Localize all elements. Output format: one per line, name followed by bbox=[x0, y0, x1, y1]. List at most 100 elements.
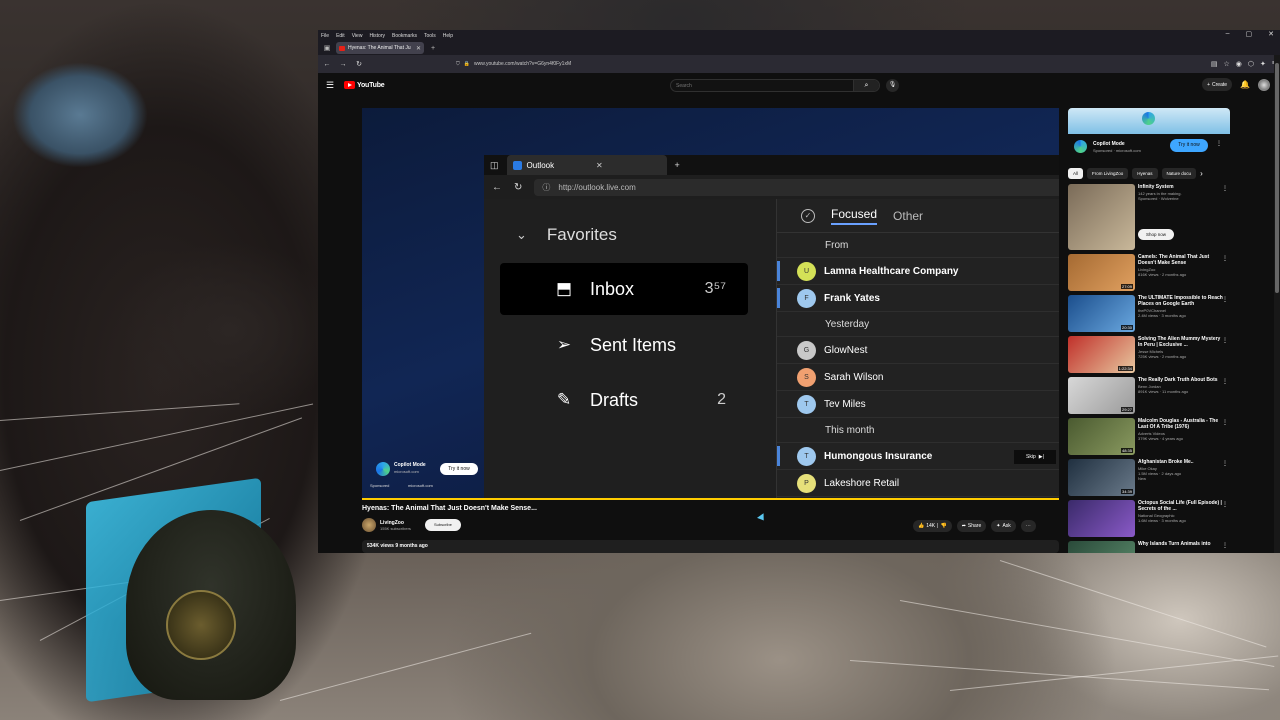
youtube-logo[interactable]: YouTube bbox=[344, 81, 385, 89]
puzzle-icon[interactable]: ✦ bbox=[1260, 60, 1266, 68]
create-button[interactable]: + Create bbox=[1202, 78, 1233, 91]
video-thumbnail[interactable] bbox=[1068, 184, 1135, 250]
video-thumbnail[interactable]: 34:39 bbox=[1068, 459, 1135, 496]
video-thumbnail[interactable]: 48:35 bbox=[1068, 418, 1135, 455]
video-title[interactable]: Infinity System bbox=[1138, 184, 1224, 190]
share-button[interactable]: ➦ Share bbox=[956, 520, 987, 532]
sender-avatar: G bbox=[797, 340, 816, 360]
more-vert-icon[interactable]: ⋮ bbox=[1222, 296, 1228, 303]
video-player[interactable]: ◫ Outlook ✕ + ← ↻ ⓘ http://outlook.live.… bbox=[362, 108, 1059, 500]
video-title[interactable]: The Really Dark Truth About Bots bbox=[1138, 377, 1224, 383]
search-input[interactable] bbox=[671, 82, 853, 89]
shop-now-button[interactable]: Shop now bbox=[1138, 229, 1174, 240]
close-window-icon[interactable]: ✕ bbox=[1268, 30, 1274, 38]
video-progress-bar[interactable] bbox=[362, 498, 1059, 500]
new-tab-icon[interactable]: + bbox=[428, 45, 438, 52]
minimize-icon[interactable]: – bbox=[1226, 30, 1230, 38]
microphone-icon[interactable]: 🎙 bbox=[886, 79, 899, 92]
skip-ad-button[interactable]: Skip ▶| bbox=[1014, 450, 1056, 464]
video-title[interactable]: Afghanistan Broke Me.. bbox=[1138, 459, 1224, 465]
recommended-video[interactable]: 34:39 Afghanistan Broke Me.. Mike Okay 1.5M… bbox=[1068, 459, 1230, 496]
chevron-right-icon[interactable]: › bbox=[1200, 169, 1203, 178]
hamburger-menu-icon[interactable]: ☰ bbox=[326, 80, 340, 91]
recommended-video[interactable]: 29:27 The Really Dark Truth About Bots Ben… bbox=[1068, 377, 1230, 414]
more-vert-icon[interactable]: ⋮ bbox=[1222, 419, 1228, 426]
filter-chip[interactable]: Hyenas bbox=[1132, 167, 1158, 179]
sender-name: Lamna Healthcare Company bbox=[824, 265, 959, 277]
bookmark-star-icon[interactable]: ☆ bbox=[1224, 60, 1230, 68]
filter-chip[interactable]: From LivingZoo bbox=[1087, 167, 1129, 179]
avatar[interactable] bbox=[1258, 78, 1270, 91]
more-vert-icon[interactable]: ⋮ bbox=[1216, 140, 1222, 147]
thumbs-up-icon: 👍 bbox=[918, 523, 925, 529]
video-title[interactable]: Solving The Alien Mummy Mystery In Peru … bbox=[1138, 336, 1224, 348]
video-thumbnail[interactable]: 29:27 bbox=[1068, 377, 1135, 414]
video-thumbnail[interactable] bbox=[1068, 541, 1135, 553]
more-vert-icon[interactable]: ⋮ bbox=[1222, 185, 1228, 192]
video-thumbnail[interactable]: 1:22:34 bbox=[1068, 336, 1135, 373]
search-icon[interactable]: ⌕ bbox=[853, 80, 879, 91]
more-vert-icon[interactable]: ⋮ bbox=[1222, 255, 1228, 262]
back-icon[interactable]: ← bbox=[322, 61, 332, 68]
menu-view[interactable]: View bbox=[352, 33, 363, 39]
browser-tab-active[interactable]: Hyenas: The Animal That Ju ✕ bbox=[336, 42, 424, 54]
outlook-favicon-icon bbox=[512, 160, 522, 170]
ad-domain-footer[interactable]: microsoft.com bbox=[408, 483, 433, 488]
favorites-label: Favorites bbox=[546, 225, 617, 244]
more-vert-icon[interactable]: ⋮ bbox=[1222, 378, 1228, 385]
maximize-icon[interactable]: ▢ bbox=[1246, 30, 1253, 38]
recommended-video[interactable]: 20:30 The ULTIMATE Impossible to Reach Pl… bbox=[1068, 295, 1230, 332]
recommended-video[interactable]: 27:09 Camels: The Animal That Just Doesn'… bbox=[1068, 254, 1230, 291]
recommended-video[interactable]: Octopus Social Life (Full Episode) | Sec… bbox=[1068, 500, 1230, 537]
sidebar-ad-banner[interactable] bbox=[1068, 108, 1230, 134]
menu-edit[interactable]: Edit bbox=[336, 33, 345, 39]
menu-history[interactable]: History bbox=[369, 33, 385, 39]
sidebar-ad-cta-button[interactable]: Try it now bbox=[1170, 139, 1208, 152]
filter-chip[interactable]: All bbox=[1068, 167, 1084, 179]
notifications-bell-icon[interactable]: 🔔 bbox=[1240, 80, 1250, 89]
channel-avatar[interactable] bbox=[362, 518, 376, 532]
more-vert-icon[interactable]: ⋮ bbox=[1222, 460, 1228, 467]
subscribe-button[interactable]: Subscribe bbox=[424, 519, 461, 531]
like-button[interactable]: 👍 14K | 👎 bbox=[913, 520, 952, 532]
forward-icon[interactable]: → bbox=[338, 61, 348, 68]
description-box[interactable]: 534K views 9 months ago bbox=[362, 540, 1059, 553]
youtube-play-icon bbox=[344, 81, 355, 89]
thumbs-down-icon[interactable]: 👎 bbox=[940, 523, 946, 529]
menu-file[interactable]: File bbox=[321, 33, 329, 39]
close-tab-icon[interactable]: ✕ bbox=[416, 45, 421, 52]
video-thumbnail[interactable]: 20:30 bbox=[1068, 295, 1135, 332]
recommended-video[interactable]: Why Islands Turn Animals into ⋮ bbox=[1068, 541, 1230, 553]
address-bar[interactable]: ⛉ 🔒 www.youtube.com/watch?v=G6yn4f0Fy1xM bbox=[370, 59, 1205, 70]
reader-view-icon[interactable]: ▤ bbox=[1211, 60, 1218, 68]
video-thumbnail[interactable]: 27:09 bbox=[1068, 254, 1135, 291]
menu-help[interactable]: Help bbox=[443, 33, 453, 39]
reload-icon[interactable]: ↻ bbox=[354, 60, 364, 68]
ad-cta-button[interactable]: Try it now bbox=[440, 463, 478, 475]
video-title[interactable]: Why Islands Turn Animals into bbox=[1138, 541, 1224, 547]
video-title[interactable]: Camels: The Animal That Just Doesn't Mak… bbox=[1138, 254, 1224, 266]
menu-bookmarks[interactable]: Bookmarks bbox=[392, 33, 417, 39]
video-title[interactable]: The ULTIMATE Impossible to Reach Places … bbox=[1138, 295, 1224, 307]
more-vert-icon[interactable]: ⋮ bbox=[1222, 337, 1228, 344]
shield-icon[interactable]: ⛉ bbox=[456, 61, 460, 67]
more-vert-icon[interactable]: ⋮ bbox=[1222, 542, 1228, 549]
video-title[interactable]: Malcolm Douglas - Australia - The Last O… bbox=[1138, 418, 1224, 430]
video-title[interactable]: Octopus Social Life (Full Episode) | Sec… bbox=[1138, 500, 1224, 512]
scrollbar-thumb[interactable] bbox=[1275, 63, 1279, 293]
video-thumbnail[interactable] bbox=[1068, 500, 1135, 537]
more-vert-icon[interactable]: ⋮ bbox=[1222, 501, 1228, 508]
recommended-video[interactable]: 1:22:34 Solving The Alien Mummy Mystery I… bbox=[1068, 336, 1230, 373]
address-text[interactable]: www.youtube.com/watch?v=G6yn4f0Fy1xM bbox=[474, 61, 571, 67]
recommended-video[interactable]: Infinity System 142 years in the making. S… bbox=[1068, 184, 1230, 250]
filter-chip[interactable]: Nature docu bbox=[1161, 167, 1197, 179]
ask-button[interactable]: ✦ Ask bbox=[991, 520, 1016, 532]
tab-list-icon[interactable]: ▣ bbox=[322, 44, 332, 52]
new-badge: New bbox=[1138, 476, 1147, 481]
recommended-video[interactable]: 48:35 Malcolm Douglas - Australia - The L… bbox=[1068, 418, 1230, 455]
account-icon[interactable]: ◉ bbox=[1236, 60, 1242, 68]
extensions-icon[interactable]: ⬡ bbox=[1248, 60, 1254, 68]
more-actions-button[interactable]: ⋯ bbox=[1020, 520, 1036, 532]
page-scrollbar[interactable] bbox=[1274, 55, 1280, 553]
menu-tools[interactable]: Tools bbox=[424, 33, 436, 39]
